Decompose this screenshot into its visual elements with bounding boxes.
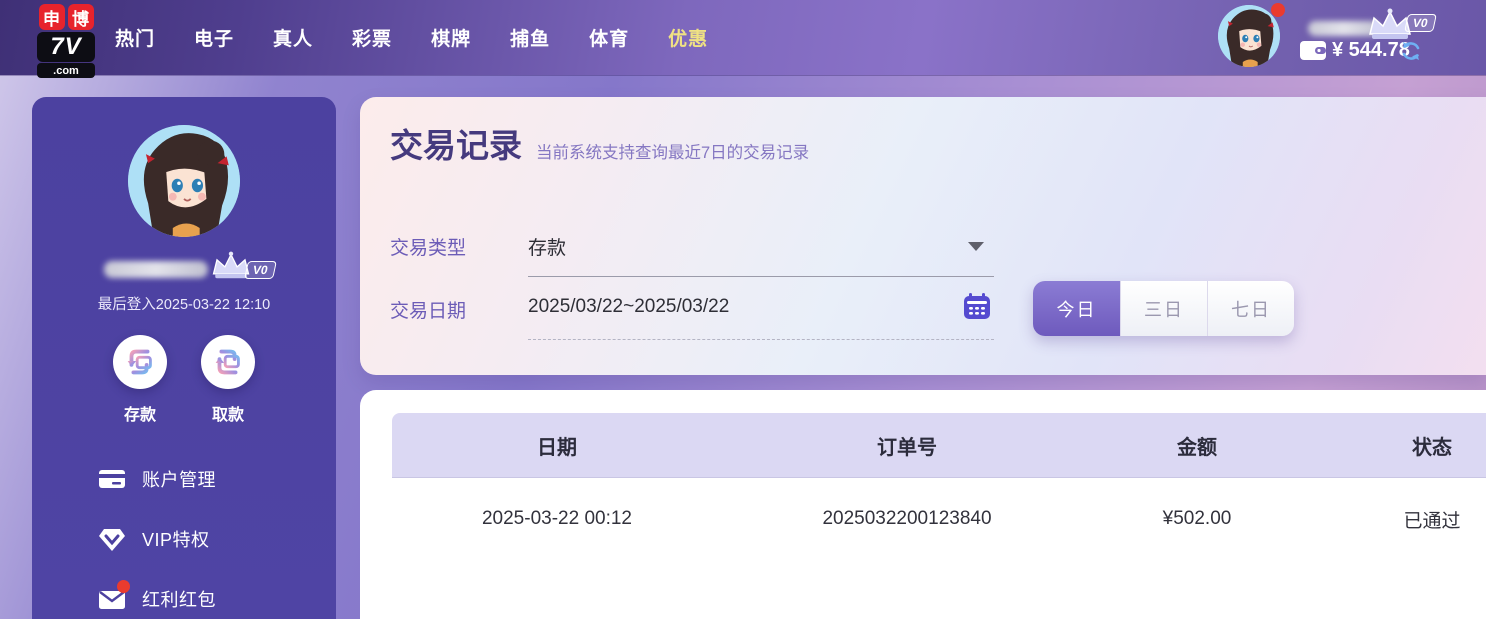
logo-characters: 申 博 [30, 4, 102, 30]
transaction-filter-panel: 交易记录 当前系统支持查询最近7日的交易记录 交易类型 存款 交易日期 2025… [360, 97, 1486, 375]
sidebar-user-row: V0 [32, 249, 336, 289]
gem-icon [98, 525, 126, 553]
sidebar-menu: 账户管理 VIP特权 红利红包 [32, 449, 336, 619]
last-login-text: 最后登入2025-03-22 12:10 [97, 297, 271, 313]
avatar-illustration [128, 125, 240, 237]
avatar-illustration [1218, 5, 1280, 67]
logo-suffix: .com [37, 63, 95, 78]
site-logo[interactable]: 申 博 7V .com [30, 4, 102, 78]
page: 申 博 7V .com 热门 电子 真人 彩票 棋牌 捕鱼 体育 优惠 V0 ¥… [0, 0, 1486, 619]
main-navigation: 热门 电子 真人 彩票 棋牌 捕鱼 体育 优惠 [115, 0, 708, 75]
header-order-number: 订单号 [877, 436, 937, 459]
menu-label: 账户管理 [142, 470, 216, 490]
withdraw-icon [201, 335, 255, 389]
nav-item-fishing[interactable]: 捕鱼 [510, 24, 550, 51]
calendar-icon[interactable] [962, 291, 992, 321]
range-button-today[interactable]: 今日 [1033, 281, 1120, 336]
cell-status: 已通过 [1403, 510, 1461, 532]
deposit-icon [113, 335, 167, 389]
transaction-type-label: 交易类型 [390, 238, 467, 259]
balance-amount: ¥ 544.78 [1332, 39, 1410, 61]
nav-item-slots[interactable]: 电子 [194, 24, 234, 51]
refresh-balance-icon[interactable] [1400, 40, 1422, 62]
table-row[interactable]: 2025-03-22 00:12 2025032200123840 ¥502.0… [392, 478, 1486, 560]
menu-label: VIP特权 [142, 530, 210, 550]
deposit-label: 存款 [123, 407, 156, 424]
transaction-date-label: 交易日期 [390, 301, 467, 322]
bank-card-icon [98, 465, 126, 493]
envelope-icon [98, 580, 130, 613]
nav-item-promos[interactable]: 优惠 [668, 24, 708, 51]
sidebar-avatar[interactable] [128, 125, 240, 237]
transaction-date-value[interactable]: 2025/03/22~2025/03/22 [528, 296, 729, 318]
date-range-button-group: 今日 三日 七日 [1033, 281, 1294, 336]
transaction-type-value[interactable]: 存款 [528, 233, 566, 260]
header-status: 状态 [1412, 436, 1452, 459]
page-subtitle: 当前系统支持查询最近7日的交易记录 [536, 144, 810, 162]
user-avatar[interactable] [1218, 5, 1280, 67]
cell-date: 2025-03-22 00:12 [481, 508, 632, 529]
sidebar-item-bonus[interactable]: 红利红包 [32, 569, 336, 619]
wallet-icon [1300, 41, 1326, 60]
cell-order-number: 2025032200123840 [822, 508, 992, 529]
deposit-button[interactable]: 存款 [110, 335, 170, 425]
transaction-table-panel: 日期 订单号 金额 状态 2025-03-22 00:12 2025032200… [360, 390, 1486, 619]
page-title: 交易记录 [390, 127, 522, 164]
table-header-row: 日期 订单号 金额 状态 [392, 413, 1486, 478]
profile-sidebar: V0 最后登入2025-03-22 12:10 存款 取款 账户管理 VIP特权… [32, 97, 336, 619]
notification-dot [117, 580, 130, 593]
top-navbar: 申 博 7V .com 热门 电子 真人 彩票 棋牌 捕鱼 体育 优惠 V0 ¥… [0, 0, 1486, 78]
transaction-table: 日期 订单号 金额 状态 2025-03-22 00:12 2025032200… [392, 413, 1486, 560]
range-button-3days[interactable]: 三日 [1120, 281, 1207, 336]
menu-label: 红利红包 [142, 590, 216, 610]
date-field-underline [528, 339, 994, 340]
withdraw-button[interactable]: 取款 [198, 335, 258, 425]
nav-item-chess[interactable]: 棋牌 [431, 24, 471, 51]
vip-level-badge[interactable]: V0 [244, 261, 277, 279]
quick-actions: 存款 取款 [32, 335, 336, 425]
notification-dot [1271, 3, 1285, 17]
header-amount: 金额 [1177, 436, 1217, 459]
nav-item-live[interactable]: 真人 [273, 24, 313, 51]
sidebar-item-vip[interactable]: VIP特权 [32, 509, 336, 569]
nav-item-lottery[interactable]: 彩票 [352, 24, 392, 51]
vip-level-badge[interactable]: V0 [1404, 14, 1437, 32]
sidebar-item-account[interactable]: 账户管理 [32, 449, 336, 509]
nav-item-sports[interactable]: 体育 [589, 24, 629, 51]
logo-main-text: 7V [37, 32, 95, 62]
cell-amount: ¥502.00 [1162, 508, 1232, 529]
header-date: 日期 [537, 436, 577, 459]
type-field-underline [528, 276, 994, 277]
logo-char-1: 申 [38, 4, 65, 30]
withdraw-label: 取款 [211, 407, 244, 424]
nav-item-hot[interactable]: 热门 [115, 24, 155, 51]
chevron-down-icon[interactable] [968, 242, 984, 251]
username-blurred [104, 261, 208, 278]
range-button-7days[interactable]: 七日 [1207, 281, 1294, 336]
logo-char-2: 博 [67, 4, 94, 30]
